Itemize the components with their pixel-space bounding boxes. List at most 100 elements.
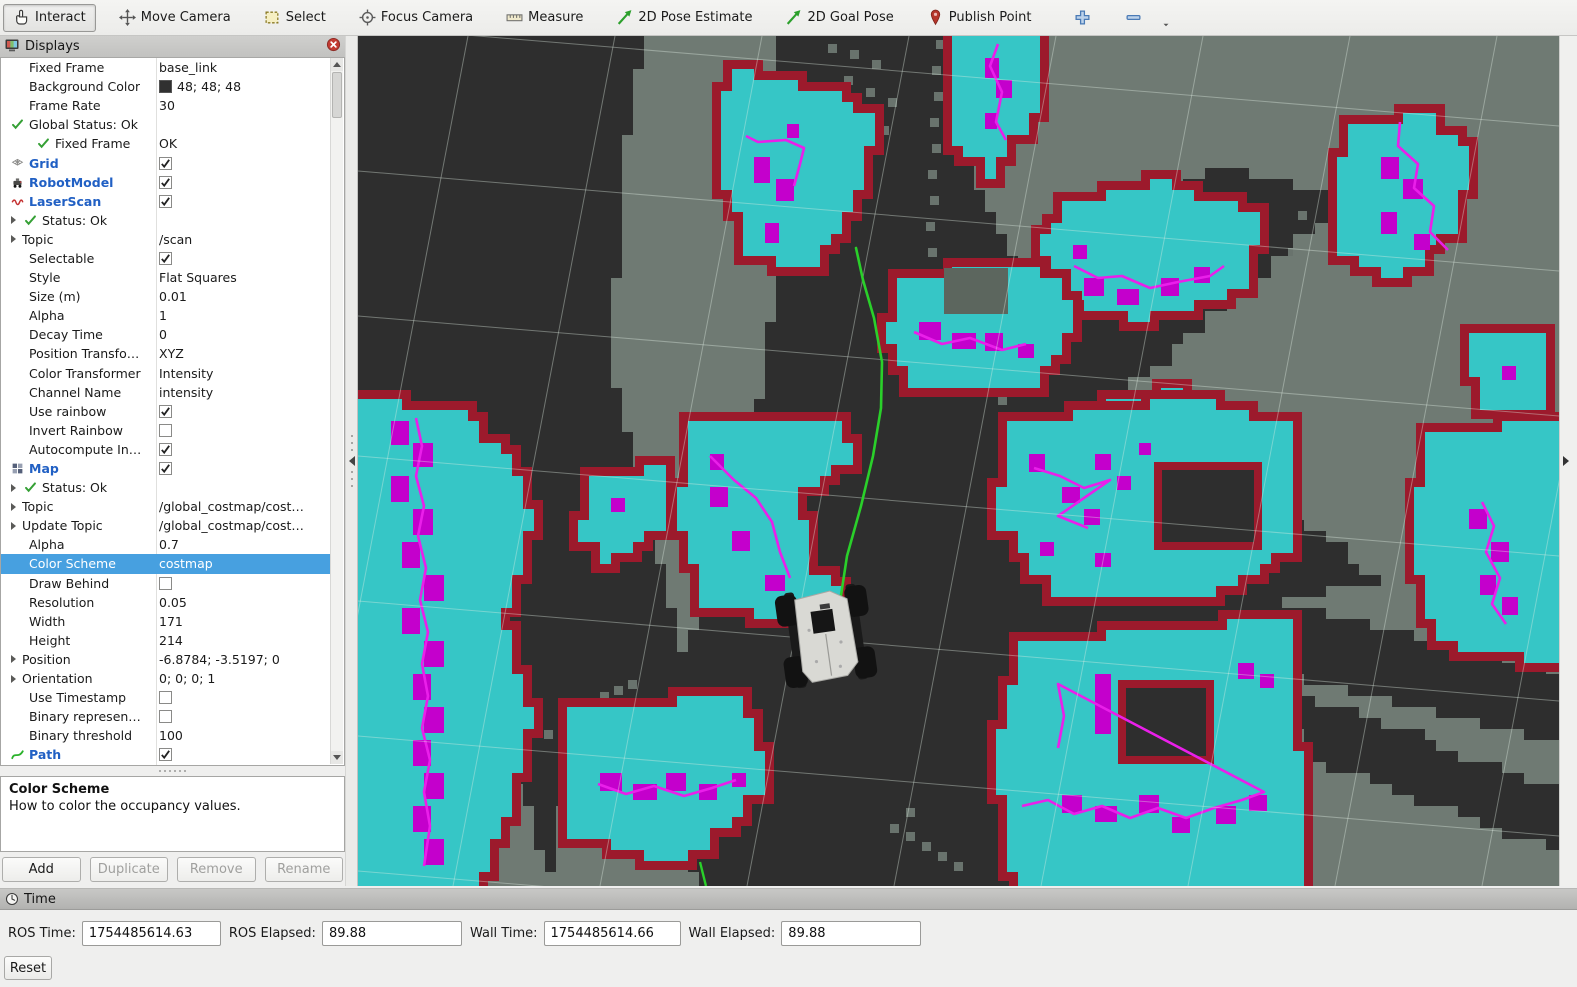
property-value[interactable] (159, 574, 325, 593)
property-value[interactable]: 0.05 (159, 593, 325, 612)
tree-row-channel-name[interactable]: Channel Nameintensity (1, 383, 332, 402)
tree-row-grid[interactable]: Grid (1, 153, 332, 172)
wall-elapsed-input[interactable] (781, 921, 921, 946)
tree-row-frame-rate[interactable]: Frame Rate30 (1, 96, 332, 115)
property-value[interactable]: base_link (159, 58, 325, 77)
checkbox-checked[interactable] (159, 195, 172, 208)
tree-row-decay-time[interactable]: Decay Time0 (1, 325, 332, 344)
tree-row-map[interactable]: Map (1, 459, 332, 478)
property-value[interactable]: 48; 48; 48 (159, 77, 325, 96)
tree-row-use-rainbow[interactable]: Use rainbow (1, 402, 332, 421)
property-value[interactable]: intensity (159, 383, 325, 402)
close-icon[interactable] (326, 37, 341, 56)
tree-row-fixed-frame[interactable]: Fixed FrameOK (1, 134, 332, 153)
tool-move-camera[interactable]: Move Camera (109, 4, 241, 32)
property-value[interactable]: Intensity (159, 364, 325, 383)
scroll-thumb[interactable] (332, 72, 342, 118)
property-value[interactable]: Flat Squares (159, 268, 325, 287)
property-value[interactable] (159, 173, 325, 192)
add-button[interactable]: Add (2, 857, 81, 882)
property-value[interactable] (159, 192, 325, 211)
tree-row-laserscan[interactable]: LaserScan (1, 192, 332, 211)
tree-scrollbar[interactable] (330, 58, 343, 764)
checkbox-unchecked[interactable] (159, 710, 172, 723)
tree-row-status-ok[interactable]: Status: Ok (1, 211, 332, 230)
property-value[interactable] (159, 459, 325, 478)
checkbox-checked[interactable] (159, 157, 172, 170)
property-value[interactable]: -6.8784; -3.5197; 0 (159, 650, 325, 669)
property-value[interactable] (159, 153, 325, 172)
panel-splitter[interactable] (345, 36, 358, 886)
expand-arrow-icon[interactable] (11, 235, 16, 243)
checkbox-checked[interactable] (159, 748, 172, 761)
tree-row-style[interactable]: StyleFlat Squares (1, 268, 332, 287)
scroll-up-button[interactable] (331, 58, 343, 71)
tool-2d-goal-pose[interactable]: 2D Goal Pose (775, 4, 903, 32)
property-value[interactable]: 0.01 (159, 287, 325, 306)
color-swatch[interactable] (159, 80, 172, 93)
tool-focus-camera[interactable]: Focus Camera (349, 4, 483, 32)
help-splitter-handle[interactable] (0, 766, 345, 776)
tool-2d-pose-estimate[interactable]: 2D Pose Estimate (606, 4, 762, 32)
tree-row-position[interactable]: Position-6.8784; -3.5197; 0 (1, 650, 332, 669)
tree-row-binary-represen[interactable]: Binary represen… (1, 707, 332, 726)
reset-button[interactable]: Reset (4, 956, 52, 980)
expand-arrow-icon[interactable] (11, 522, 16, 530)
property-value[interactable]: /scan (159, 230, 325, 249)
tool-measure[interactable]: Measure (496, 4, 593, 32)
property-value[interactable]: 100 (159, 726, 325, 745)
collapse-left-icon[interactable] (349, 456, 355, 466)
tool-interact[interactable]: Interact (3, 4, 96, 32)
tree-row-fixed-frame[interactable]: Fixed Framebase_link (1, 58, 332, 77)
expand-arrow-icon[interactable] (11, 675, 16, 683)
checkbox-unchecked[interactable] (159, 691, 172, 704)
checkbox-checked[interactable] (159, 443, 172, 456)
scroll-down-button[interactable] (331, 751, 343, 764)
tree-row-selectable[interactable]: Selectable (1, 249, 332, 268)
tree-row-draw-behind[interactable]: Draw Behind (1, 574, 332, 593)
property-value[interactable]: XYZ (159, 344, 325, 363)
right-panel-strip[interactable] (1559, 36, 1577, 886)
property-value[interactable] (159, 478, 325, 497)
time-title-bar[interactable]: Time (0, 889, 1577, 910)
property-value[interactable]: 0 (159, 325, 325, 344)
tree-row-color-transformer[interactable]: Color TransformerIntensity (1, 364, 332, 383)
expand-right-icon[interactable] (1563, 456, 1569, 466)
expand-arrow-icon[interactable] (11, 216, 16, 224)
tree-row-robotmodel[interactable]: RobotModel (1, 173, 332, 192)
remove-tool-button[interactable] (1120, 4, 1146, 32)
tree-row-use-timestamp[interactable]: Use Timestamp (1, 688, 332, 707)
property-value[interactable] (159, 211, 325, 230)
ros-time-input[interactable] (82, 921, 221, 946)
expand-arrow-icon[interactable] (11, 484, 16, 492)
tree-row-color-scheme[interactable]: Color Schemecostmap (1, 554, 332, 573)
tree-row-autocompute-in[interactable]: Autocompute In… (1, 440, 332, 459)
property-value[interactable]: costmap (159, 554, 325, 573)
wall-time-input[interactable] (544, 921, 681, 946)
checkbox-unchecked[interactable] (159, 577, 172, 590)
property-value[interactable] (159, 688, 325, 707)
tool-select[interactable]: Select (254, 4, 336, 32)
property-value[interactable]: /global_costmap/cost… (159, 497, 325, 516)
property-value[interactable] (159, 249, 325, 268)
tree-row-background-color[interactable]: Background Color48; 48; 48 (1, 77, 332, 96)
property-value[interactable] (159, 745, 325, 764)
expand-arrow-icon[interactable] (11, 503, 16, 511)
3d-viewport[interactable] (358, 36, 1559, 886)
tree-row-binary-threshold[interactable]: Binary threshold100 (1, 726, 332, 745)
tree-row-width[interactable]: Width171 (1, 612, 332, 631)
checkbox-checked[interactable] (159, 462, 172, 475)
expand-arrow-icon[interactable] (11, 655, 16, 663)
property-value[interactable]: 214 (159, 631, 325, 650)
checkbox-checked[interactable] (159, 405, 172, 418)
toolbar-overflow-button[interactable] (1161, 15, 1171, 34)
property-value[interactable]: 1 (159, 306, 325, 325)
ros-elapsed-input[interactable] (322, 921, 462, 946)
property-value[interactable]: 0; 0; 0; 1 (159, 669, 325, 688)
property-value[interactable]: OK (159, 134, 325, 153)
tree-row-status-ok[interactable]: Status: Ok (1, 478, 332, 497)
tree-row-path[interactable]: Path (1, 745, 332, 764)
tree-row-topic[interactable]: Topic/scan (1, 230, 332, 249)
tree-row-update-topic[interactable]: Update Topic/global_costmap/cost… (1, 516, 332, 535)
add-tool-button[interactable] (1069, 4, 1095, 32)
